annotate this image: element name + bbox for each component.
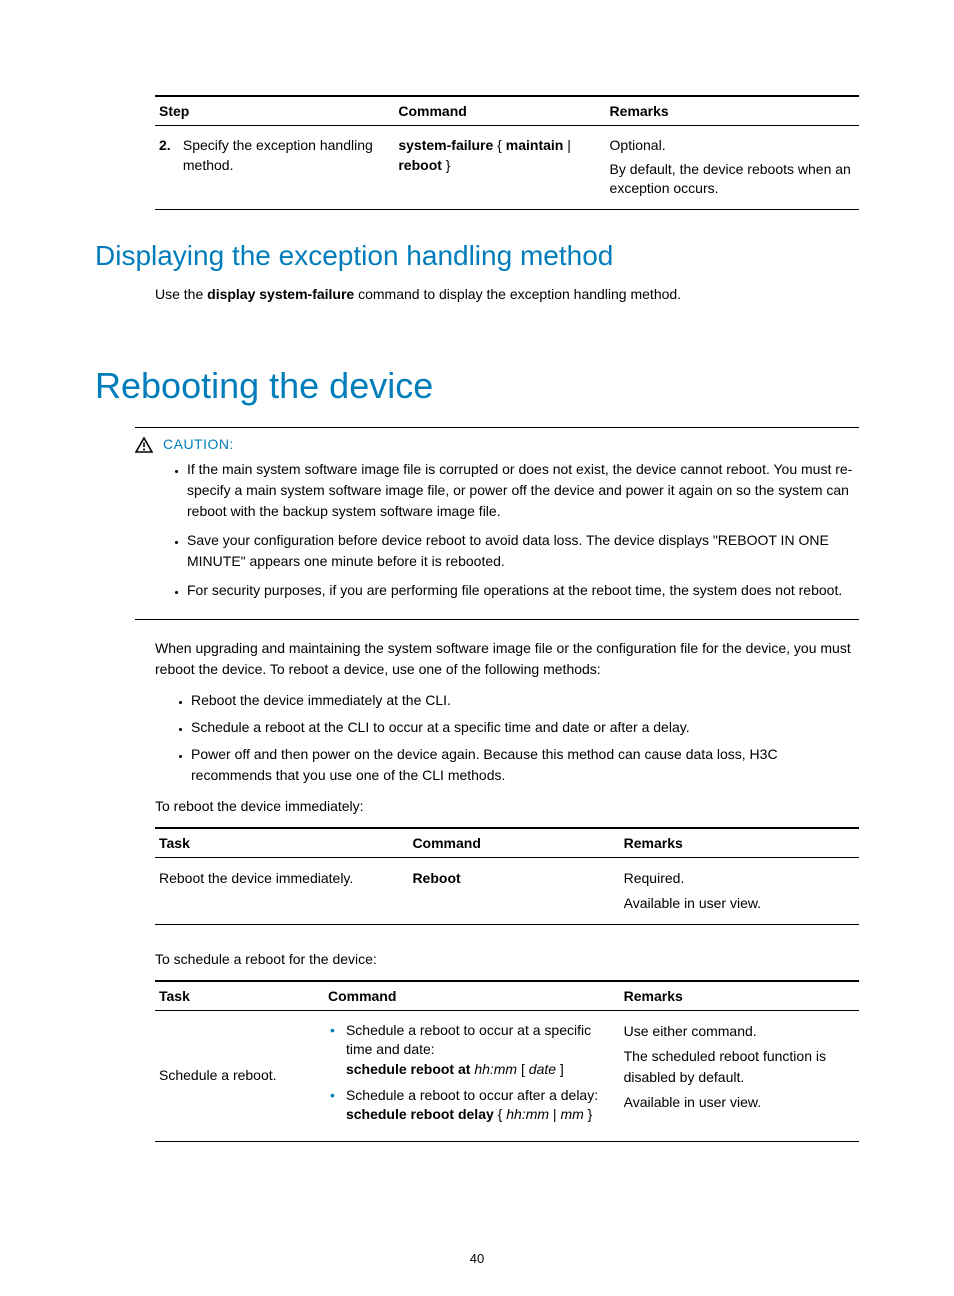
task-cell: Reboot the device immediately. [155, 857, 408, 924]
command-cell: Schedule a reboot to occur at a specific… [324, 1010, 620, 1141]
caution-box: CAUTION: If the main system software ima… [135, 427, 859, 620]
col-task: Task [155, 828, 408, 858]
heading-displaying: Displaying the exception handling method [95, 240, 859, 272]
list-item: Reboot the device immediately at the CLI… [191, 690, 859, 711]
task-cell: Schedule a reboot. [155, 1010, 324, 1141]
col-command: Command [324, 981, 620, 1011]
paragraph-display: Use the display system-failure command t… [155, 284, 859, 305]
caution-item: Save your configuration before device re… [187, 530, 859, 572]
remarks-cell: Optional. By default, the device reboots… [606, 126, 859, 210]
table-row: 2. Specify the exception handling method… [155, 126, 859, 210]
command-cell: Reboot [408, 857, 619, 924]
remarks-cell: Required. Available in user view. [620, 857, 859, 924]
reboot-immediate-table: Task Command Remarks Reboot the device i… [155, 827, 859, 925]
paragraph-reboot-immediately: To reboot the device immediately: [155, 796, 859, 817]
table-row: Schedule a reboot. Schedule a reboot to … [155, 1010, 859, 1141]
table-row: Reboot the device immediately. Reboot Re… [155, 857, 859, 924]
col-command: Command [394, 96, 605, 126]
col-step: Step [155, 96, 394, 126]
reboot-schedule-table: Task Command Remarks Schedule a reboot. … [155, 980, 859, 1142]
list-item: Schedule a reboot at the CLI to occur at… [191, 717, 859, 738]
col-task: Task [155, 981, 324, 1011]
heading-rebooting: Rebooting the device [95, 365, 859, 407]
step-table: Step Command Remarks 2. Specify the exce… [155, 95, 859, 210]
paragraph-reboot-intro: When upgrading and maintaining the syste… [155, 638, 859, 680]
page-number: 40 [0, 1251, 954, 1266]
paragraph-reboot-schedule: To schedule a reboot for the device: [155, 949, 859, 970]
reboot-methods-list: Reboot the device immediately at the CLI… [95, 690, 859, 786]
step-number: 2. [159, 136, 179, 156]
caution-item: If the main system software image file i… [187, 459, 859, 522]
command-option: Schedule a reboot to occur after a delay… [328, 1086, 616, 1125]
col-remarks: Remarks [606, 96, 859, 126]
list-item: Power off and then power on the device a… [191, 744, 859, 786]
remarks-cell: Use either command. The scheduled reboot… [620, 1010, 859, 1141]
col-remarks: Remarks [620, 828, 859, 858]
caution-item: For security purposes, if you are perfor… [187, 580, 859, 601]
caution-label: CAUTION: [163, 436, 234, 452]
col-command: Command [408, 828, 619, 858]
step-text: Specify the exception handling method. [183, 136, 386, 175]
caution-icon [135, 437, 153, 453]
command-cell: system-failure { maintain | reboot } [394, 126, 605, 210]
col-remarks: Remarks [620, 981, 859, 1011]
command-option: Schedule a reboot to occur at a specific… [328, 1021, 616, 1080]
